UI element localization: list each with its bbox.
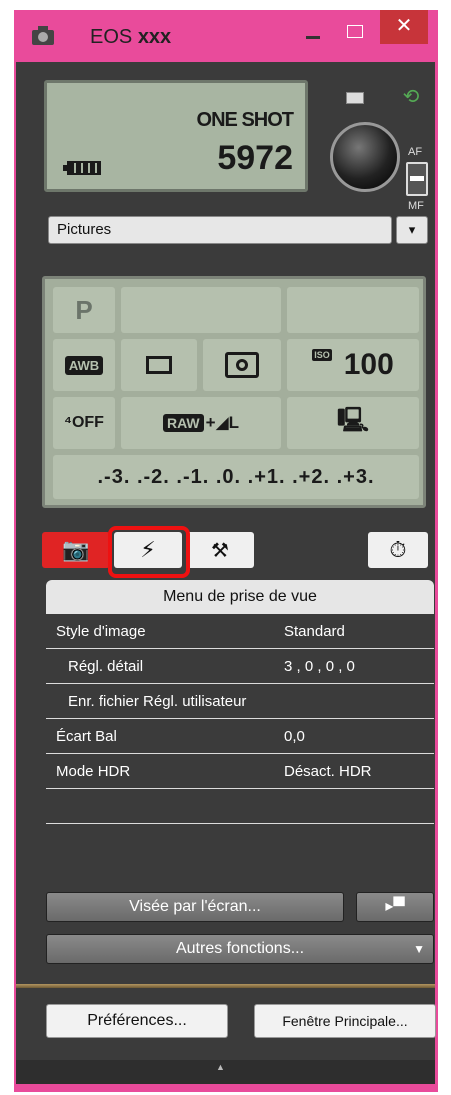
drive-mode-cell[interactable] [121,339,197,391]
other-functions-button[interactable]: Autres fonctions... ▼ [46,934,434,964]
main-window-button[interactable]: Fenêtre Principale... [254,1004,436,1038]
menu-row-register-user-file[interactable]: Enr. fichier Régl. utilisateur [46,684,434,719]
menu-title: Menu de prise de vue [46,580,434,614]
annotation-highlight [108,526,190,578]
shooting-mode-cell[interactable]: P [53,287,115,333]
destination-folder-field[interactable]: Pictures [48,216,392,244]
other-functions-label: Autres fonctions... [175,940,305,957]
status-lcd: ONE SHOT 5972 [44,80,308,192]
title-bar: EOS xxx ✕ [14,10,438,62]
awb-badge: AWB [64,355,104,375]
movie-camera-icon: ▸▀ [385,898,405,915]
folder-dropdown-icon: ▾ [408,222,416,237]
raw-badge: RAW [162,414,204,432]
camera-app-icon [32,26,54,45]
exposure-comp-scale[interactable]: .-3. .-2. .-1. .0. .+1. .+2. .+3. [53,455,419,499]
af-mode-readout: ONE SHOT [196,109,294,131]
live-view-button[interactable]: Visée par l'écran... [46,892,344,922]
af-mf-switch[interactable] [406,162,428,196]
shutter-dial[interactable] [330,122,400,192]
rotate-icon[interactable]: ⟲ [394,84,428,112]
af-label: AF [408,146,423,158]
jpeg-quality: +◢L [205,413,240,432]
iso-badge: ISO [312,349,332,361]
empty-cell [121,287,281,333]
maximize-button[interactable] [336,20,372,46]
movie-button[interactable]: ▸▀ [356,892,434,922]
tools-icon: ⚒ [211,539,229,562]
bottom-bar: ▲ [16,1060,435,1084]
mf-label: MF [408,200,424,212]
folder-select-button[interactable]: ▾ [396,216,428,244]
battery-icon [63,161,101,175]
minimize-button[interactable] [298,20,328,46]
white-balance-cell[interactable]: AWB [53,339,115,391]
settings-lcd: P AWB ISO 100 ⁴OFF RAW +◢L 🖳 .-3. .-2. .… [42,276,426,508]
capture-panel: ONE SHOT 5972 ⟲ AF MF Pictures ▾ P AWB I… [16,62,436,1084]
divider [16,984,435,988]
menu-row-label: Mode HDR [56,763,131,780]
menu-row-value: Standard [284,623,345,640]
menu-row-value: 3 , 0 , 0 , 0 [284,658,355,675]
menu-list: Style d'image Standard Régl. détail 3 , … [46,614,434,862]
computer-download-icon: 🖳 [336,406,370,434]
menu-row-label: Style d'image [56,623,146,640]
timer-button[interactable]: ⏱ [368,532,428,568]
menu-row-detail-settings[interactable]: Régl. détail 3 , 0 , 0 , 0 [46,649,434,684]
menu-row-picture-style[interactable]: Style d'image Standard [46,614,434,649]
close-button[interactable]: ✕ [380,10,428,44]
collapse-arrow-icon[interactable]: ▲ [216,1062,225,1072]
metering-mode-cell[interactable] [203,339,281,391]
title-model: xxx [137,26,172,48]
menu-row-value: Désact. HDR [284,763,372,780]
menu-row-empty [46,824,434,859]
title-prefix: EOS [90,26,133,48]
menu-row-label: Régl. détail [68,658,144,675]
menu-row-label: Enr. fichier Régl. utilisateur [68,693,247,710]
shots-remaining: 5972 [217,139,293,177]
monitor-icon [346,92,364,104]
window-title: EOS xxx [90,26,171,49]
menu-row-wb-shift[interactable]: Écart Bal 0,0 [46,719,434,754]
app-window: EOS xxx ✕ ONE SHOT 5972 ⟲ AF MF Pictures… [14,10,438,1092]
menu-row-label: Écart Bal [56,728,117,745]
single-shot-icon [146,356,172,374]
tab-shooting-menu[interactable]: 📷 [42,532,110,568]
dropdown-arrow-icon: ▼ [413,942,425,956]
menu-row-hdr-mode[interactable]: Mode HDR Désact. HDR [46,754,434,789]
metering-icon [225,352,259,378]
empty-cell [287,287,419,333]
menu-row-value: 0,0 [284,728,305,745]
aeb-cell[interactable]: ⁴OFF [53,397,115,449]
iso-value: 100 [343,348,394,381]
aeb-icon: ⁴OFF [64,414,104,431]
save-destination-cell[interactable]: 🖳 [287,397,419,449]
tab-setup[interactable]: ⚒ [186,532,254,568]
image-quality-cell[interactable]: RAW +◢L [121,397,281,449]
timer-icon: ⏱ [389,537,407,562]
camera-icon: 📷 [62,537,90,562]
iso-cell[interactable]: ISO 100 [287,339,419,391]
preferences-button[interactable]: Préférences... [46,1004,228,1038]
menu-row-empty [46,789,434,824]
